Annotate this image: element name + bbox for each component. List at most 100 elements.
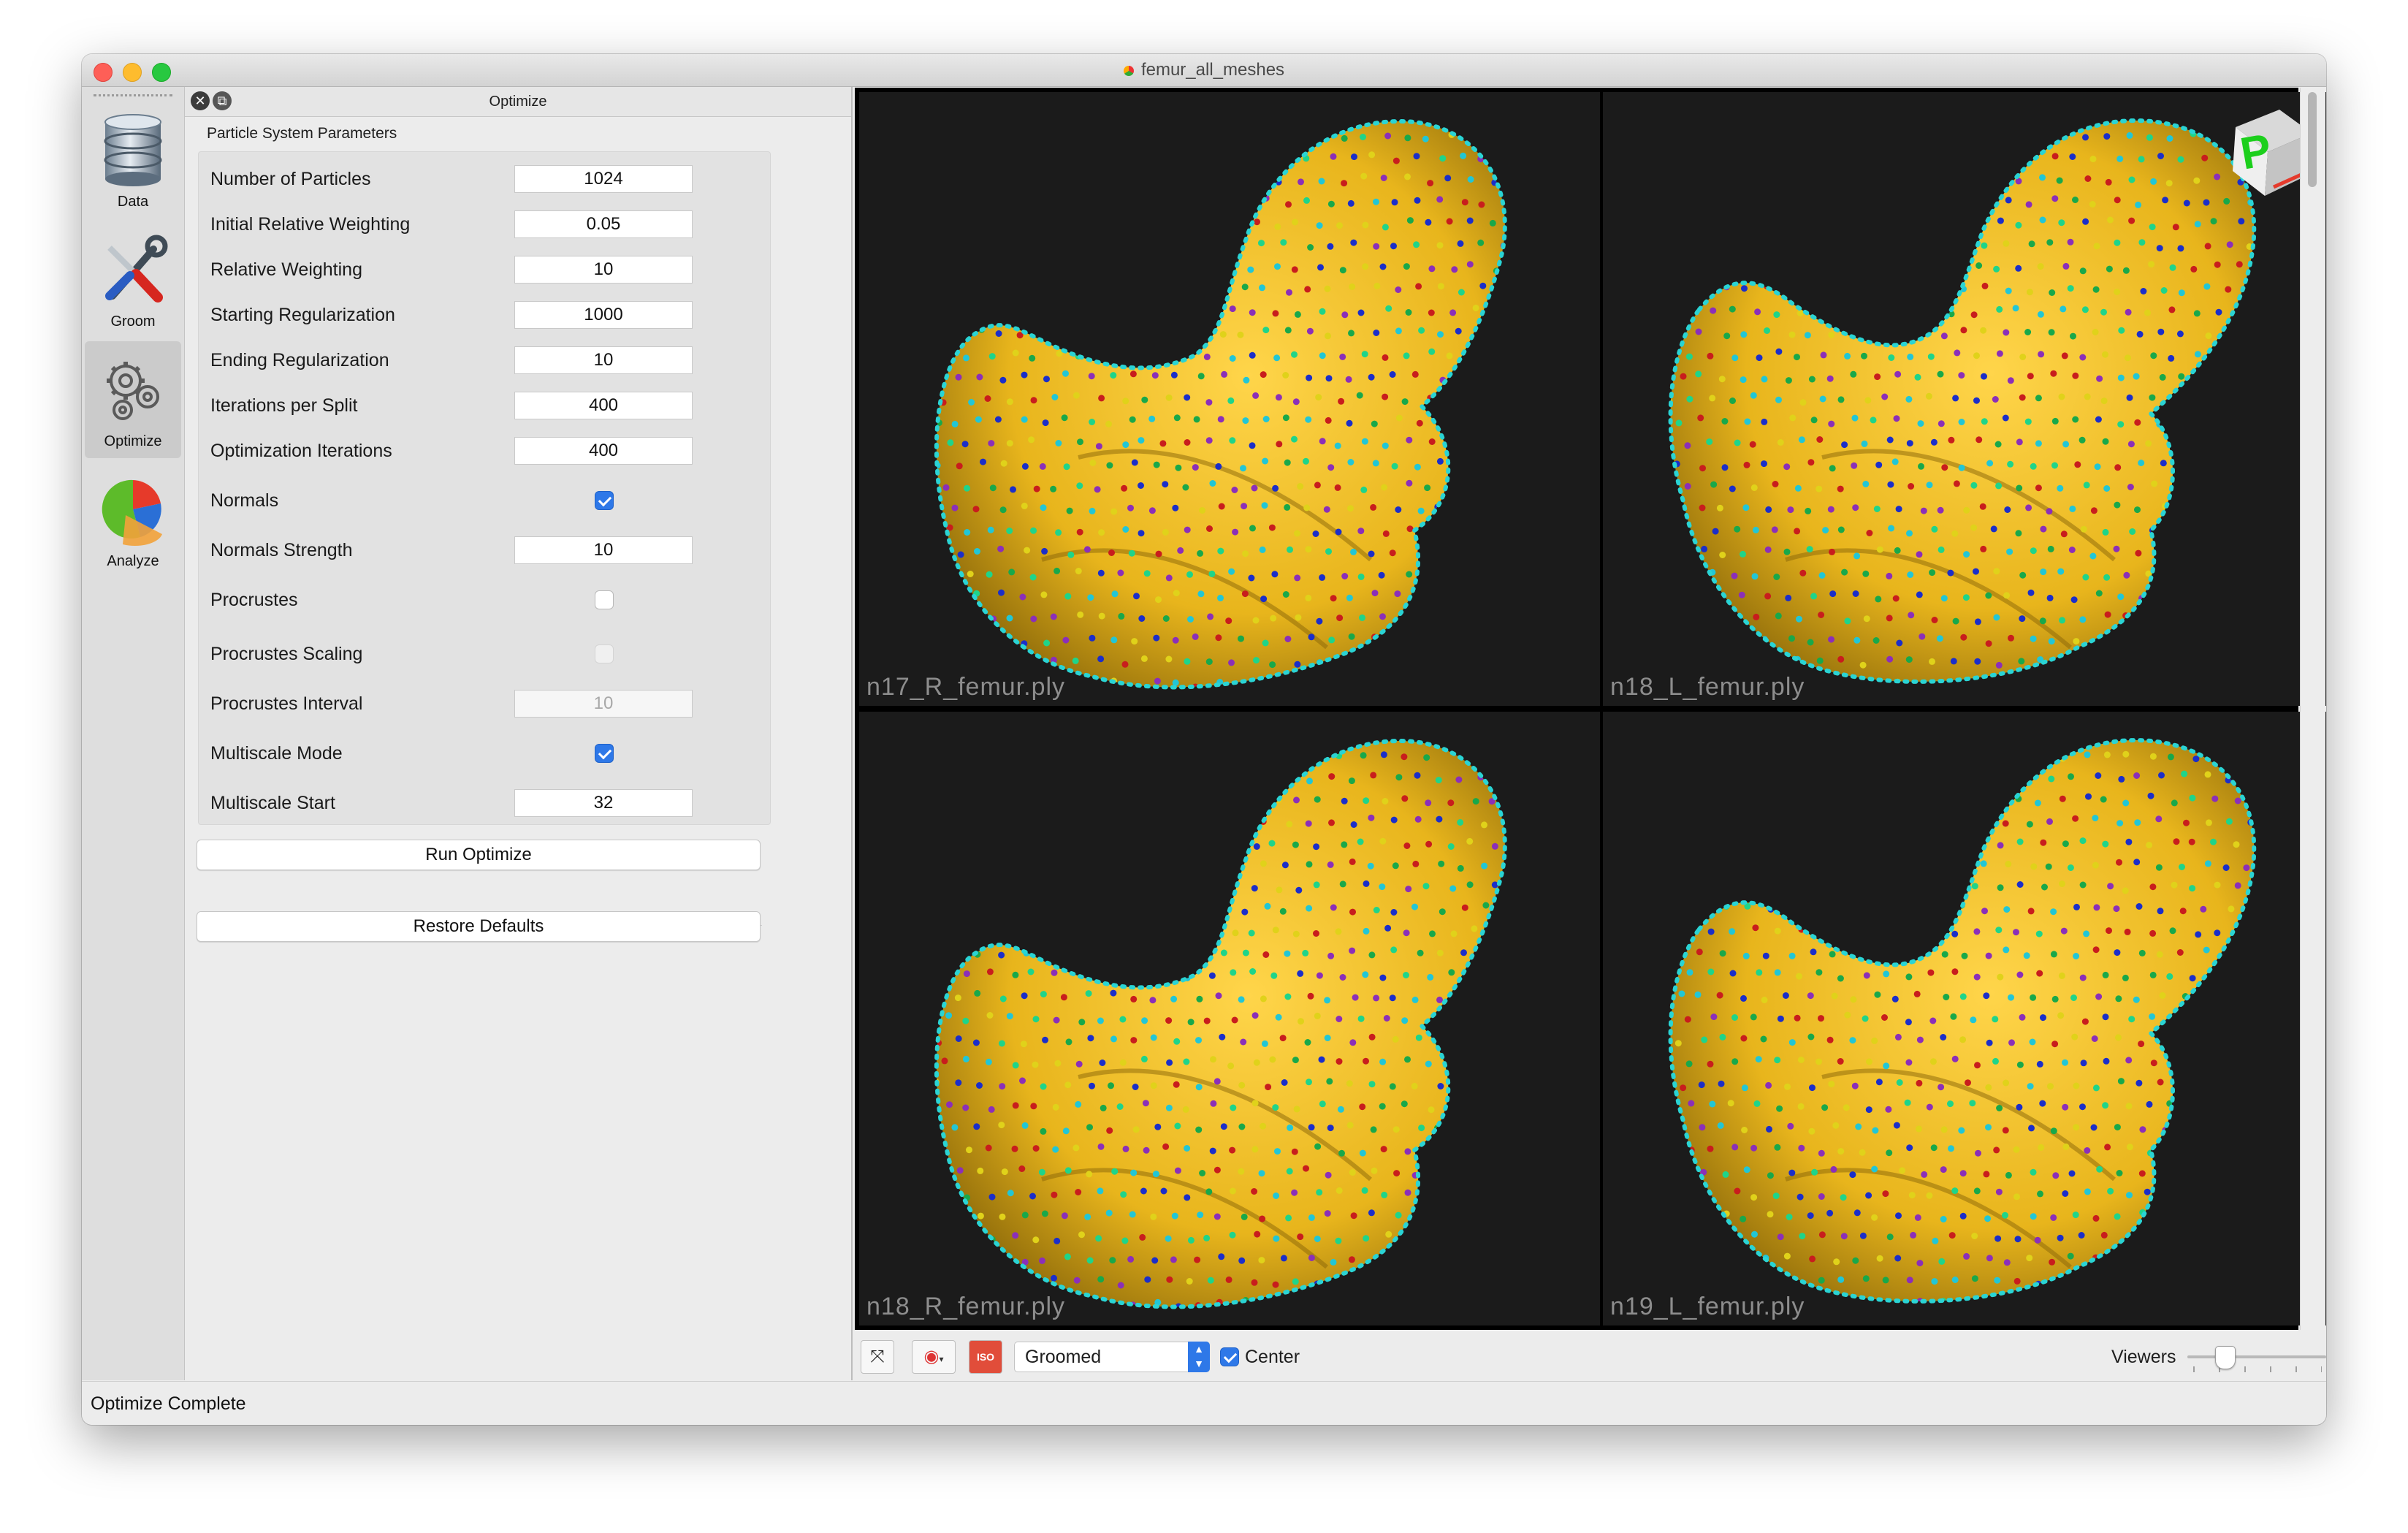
particle-dot (1694, 637, 1702, 644)
particle-dot (1176, 733, 1182, 739)
particle-dot (1767, 815, 1774, 822)
procrustes-scaling-checkbox[interactable] (595, 644, 614, 663)
particle-dot (2089, 552, 2097, 560)
particle-dot (946, 1101, 953, 1108)
iso-surface-icon[interactable]: ISO (969, 1340, 1002, 1374)
autofit-icon[interactable]: ⤧ (861, 1340, 894, 1374)
multiscale-mode-checkbox[interactable] (595, 744, 614, 763)
particle-dot (1778, 266, 1786, 273)
particle-dot (930, 1128, 937, 1135)
particle-dot (1117, 220, 1124, 227)
particle-dot (1218, 1253, 1225, 1260)
particle-dot (2103, 133, 2111, 140)
particle-dot (1287, 729, 1293, 736)
initial-relative-weighting-input[interactable]: 0.05 (514, 210, 693, 238)
center-checkbox[interactable] (1220, 1347, 1239, 1366)
particle-dot (2268, 636, 2274, 642)
particle-dot (1674, 821, 1682, 828)
particle-dot (1807, 1033, 1815, 1041)
particle-dot (1143, 1146, 1150, 1154)
particle-dot (1829, 465, 1836, 472)
particle-dot (1129, 416, 1136, 423)
module-optimize-button[interactable]: Optimize (85, 341, 181, 458)
viewport[interactable]: n18_R_femur.ply (859, 712, 1600, 1325)
view-options-icon[interactable]: ◉▾ (912, 1340, 956, 1374)
particle-dot (976, 158, 983, 165)
particle-dot (1503, 153, 1505, 160)
particle-dot (1458, 1122, 1466, 1129)
module-label: Data (117, 194, 149, 210)
particle-dot (2194, 1149, 2201, 1156)
particle-dot (1394, 590, 1401, 598)
particle-dot (1186, 571, 1193, 578)
relative-weighting-input[interactable]: 10 (514, 256, 693, 284)
display-mode-select[interactable]: Groomed ▲ ▼ (1014, 1342, 1210, 1372)
particle-dot (1325, 1301, 1332, 1307)
scrollbar-thumb[interactable] (2308, 92, 2317, 187)
particle-dot (1986, 460, 1994, 467)
run-optimize-button[interactable]: Run Optimize (197, 840, 761, 870)
ending-regularization-input[interactable]: 10 (514, 346, 693, 374)
particle-dot (1864, 880, 1871, 888)
toolbar-grip[interactable] (94, 94, 172, 96)
particle-dot (1719, 950, 1726, 957)
particle-dot (1466, 574, 1474, 582)
particle-dot (2015, 265, 2022, 272)
particle-dot (1390, 909, 1398, 916)
module-data-button[interactable]: Data (85, 102, 181, 218)
particle-dot (902, 799, 908, 806)
particle-dot (1436, 457, 1444, 465)
particle-dot (1837, 1148, 1845, 1155)
particle-dot (2255, 1232, 2261, 1239)
procrustes-checkbox[interactable] (595, 590, 614, 609)
normals-checkbox[interactable] (595, 491, 614, 510)
particle-dot (1894, 1033, 1902, 1041)
starting-regularization-input[interactable]: 1000 (514, 301, 693, 329)
particle-dot (1152, 1171, 1159, 1178)
particle-dot (2234, 797, 2241, 804)
particle-dot (1186, 1278, 1193, 1285)
particle-dot (2051, 995, 2059, 1003)
particle-dot (1514, 349, 1520, 355)
viewport[interactable]: n18_L_femur.ply P (1603, 92, 2326, 706)
viewer-grid[interactable]: n17_R_femur.ply n18_L_femur.ply P n18_R_… (855, 88, 2326, 1330)
viewer-scrollbar[interactable] (2300, 88, 2325, 1330)
module-analyze-button[interactable]: Analyze (85, 461, 181, 578)
particle-dot (1274, 223, 1281, 230)
particle-dot (1663, 928, 1669, 935)
module-groom-button[interactable]: Groom (85, 221, 181, 338)
particle-dot (2260, 568, 2267, 575)
particle-dot (1084, 1213, 1091, 1220)
particle-dot (1670, 1187, 1674, 1194)
normals-strength-input[interactable]: 10 (514, 536, 693, 564)
viewport[interactable]: n19_L_femur.ply (1603, 712, 2326, 1325)
particle-dot (1950, 1013, 1957, 1020)
particle-dot (986, 1012, 994, 1019)
restore-defaults-button[interactable]: Restore Defaults (197, 911, 761, 942)
particle-dot (1165, 841, 1173, 848)
viewers-slider-handle[interactable] (2215, 1346, 2236, 1369)
particle-dot (1275, 394, 1282, 401)
iterations-per-split-input[interactable]: 400 (514, 392, 693, 419)
particle-dot (2016, 1103, 2023, 1111)
procrustes-interval-input[interactable]: 10 (514, 690, 693, 718)
viewers-slider-track[interactable] (2187, 1355, 2326, 1358)
particle-dot (2003, 592, 2011, 599)
particle-dot (1906, 530, 1913, 537)
particle-dot (2158, 547, 2165, 554)
particle-dot (1931, 617, 1938, 623)
particle-dot (1107, 113, 1113, 119)
particle-dot (1876, 546, 1883, 553)
particle-dot (2002, 1296, 2008, 1301)
particle-dot (1339, 267, 1346, 274)
particle-dot (1848, 902, 1856, 909)
particle-dot (1640, 753, 1647, 760)
particle-dot (1208, 570, 1216, 577)
particle-dot (2062, 1143, 2070, 1150)
viewport[interactable]: n17_R_femur.ply (859, 92, 1600, 706)
multiscale-start-input[interactable]: 32 (514, 789, 693, 817)
number-of-particles-input[interactable]: 1024 (514, 165, 693, 193)
optimization-iterations-input[interactable]: 400 (514, 437, 693, 465)
particle-dot (1120, 1191, 1127, 1198)
particle-dot (1843, 882, 1850, 889)
